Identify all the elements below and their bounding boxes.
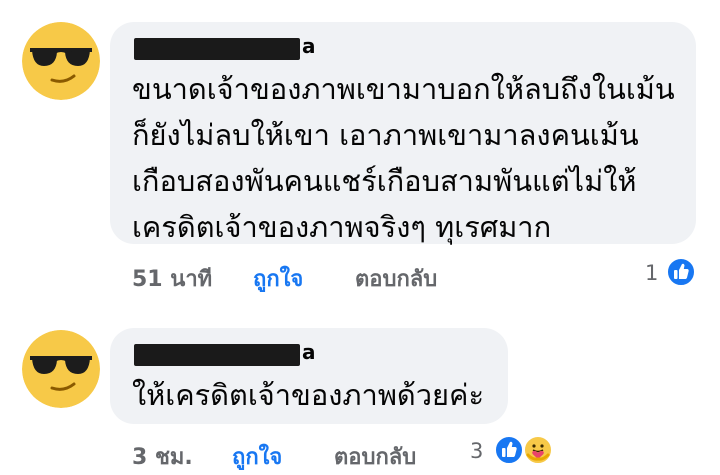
like-icon bbox=[666, 257, 696, 287]
commenter-name[interactable]: a bbox=[134, 340, 316, 366]
commenter-name[interactable]: a bbox=[134, 34, 316, 60]
redacted-name bbox=[134, 344, 300, 366]
name-suffix: a bbox=[302, 340, 316, 364]
reply-button[interactable]: ตอบกลับ bbox=[355, 261, 437, 296]
comment-bubble: a ขนาดเจ้าของภาพเขามาบอกให้ลบถึงในเม้น ก… bbox=[110, 22, 696, 244]
comment-bubble: a ให้เครดิตเจ้าของภาพด้วยค่ะ bbox=[110, 328, 508, 424]
sunglasses-emoji-icon bbox=[22, 22, 100, 100]
reaction-count: 3 bbox=[470, 439, 484, 463]
comment-text: ให้เครดิตเจ้าของภาพด้วยค่ะ bbox=[132, 378, 485, 412]
avatar[interactable] bbox=[22, 330, 100, 408]
comment-text: ขนาดเจ้าของภาพเขามาบอกให้ลบถึงในเม้น ก็ย… bbox=[132, 72, 675, 244]
redacted-name bbox=[134, 38, 300, 60]
comment-timestamp[interactable]: 3 ชม. bbox=[132, 439, 193, 474]
like-button[interactable]: ถูกใจ bbox=[232, 439, 282, 474]
reaction-count: 1 bbox=[645, 261, 659, 285]
care-icon bbox=[523, 435, 553, 465]
comment-timestamp[interactable]: 51 นาที bbox=[132, 261, 212, 296]
avatar[interactable] bbox=[22, 22, 100, 100]
sunglasses-emoji-icon bbox=[22, 330, 100, 408]
name-suffix: a bbox=[302, 34, 316, 58]
reply-button[interactable]: ตอบกลับ bbox=[334, 439, 416, 474]
like-icon bbox=[494, 435, 524, 465]
like-button[interactable]: ถูกใจ bbox=[253, 261, 303, 296]
